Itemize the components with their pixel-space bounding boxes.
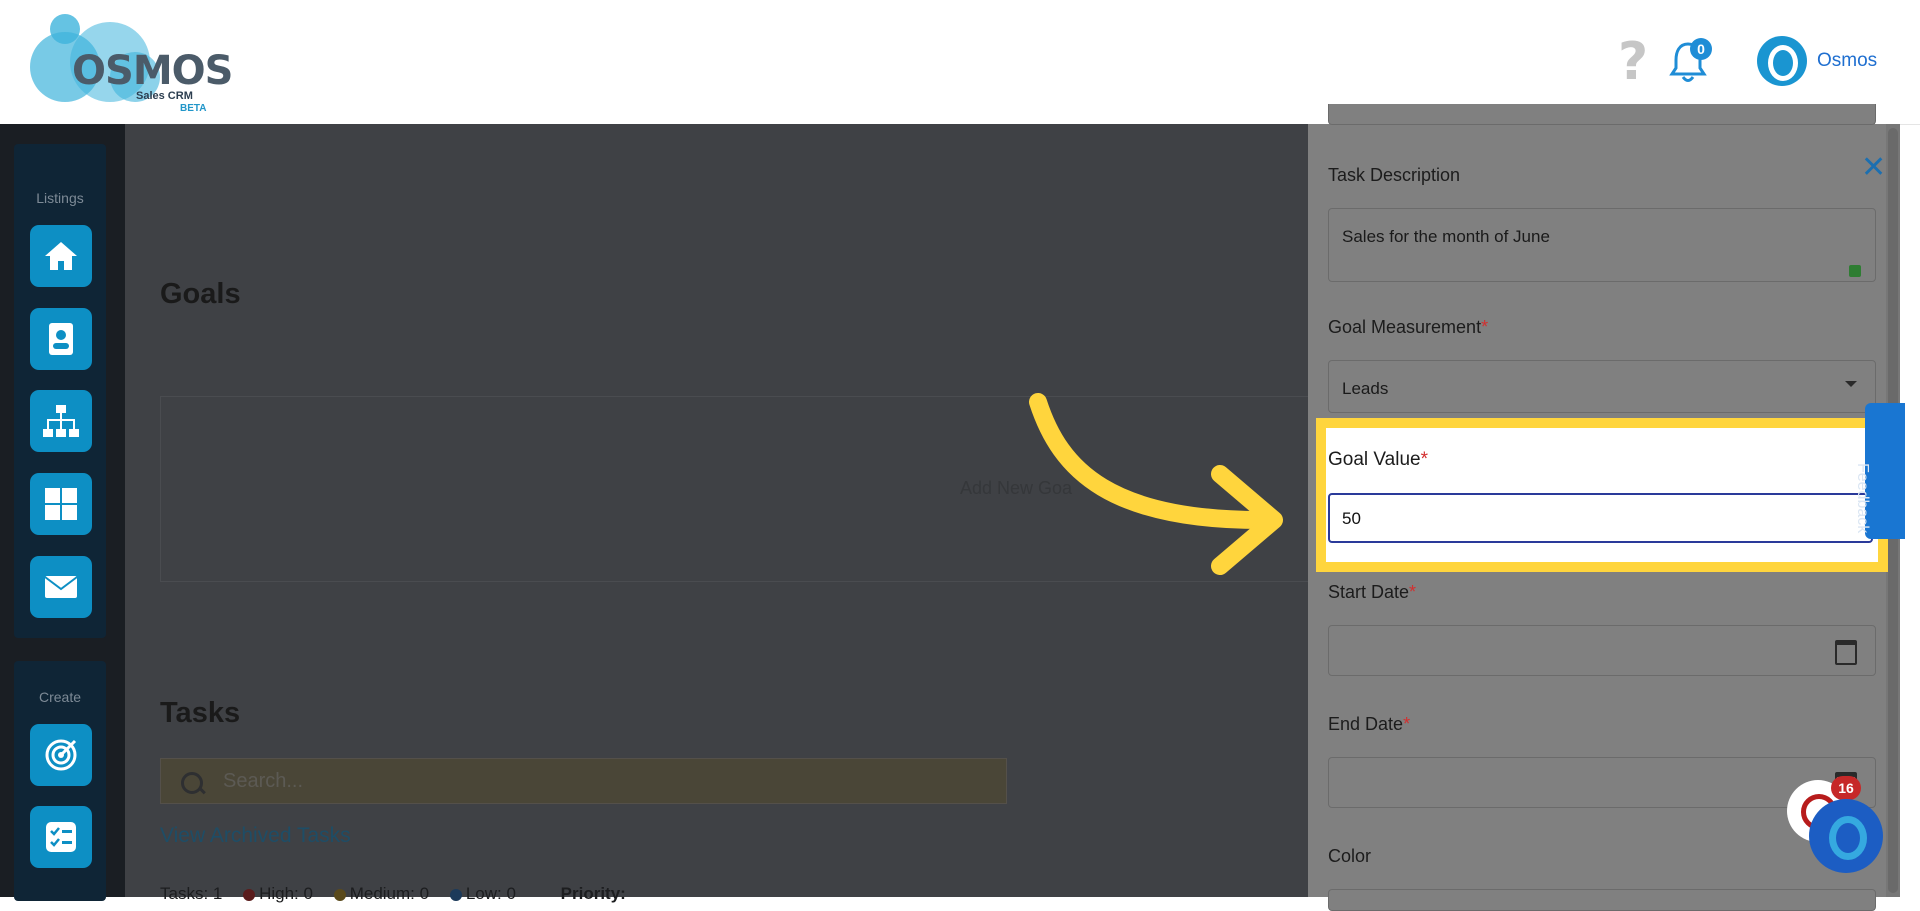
help-icon[interactable]: ?	[1618, 36, 1648, 88]
goals-title: Goals	[160, 278, 241, 310]
mail-icon	[44, 576, 78, 598]
user-name[interactable]: Osmos	[1817, 50, 1877, 72]
low-dot	[449, 888, 462, 901]
calendar-icon[interactable]	[1835, 640, 1857, 665]
sidebar-item-home[interactable]	[30, 225, 92, 287]
high-dot	[243, 888, 256, 901]
sidebar-item-contacts[interactable]	[30, 308, 92, 370]
task-description-value: Sales for the month of June	[1342, 227, 1550, 246]
chat-launcher-button[interactable]	[1809, 799, 1883, 873]
medium-count: Medium: 0	[349, 884, 430, 903]
sidebar-listings-label: Listings	[36, 190, 84, 206]
task-description-label: Task Description	[1328, 165, 1461, 185]
sidebar-item-dashboard[interactable]	[30, 473, 92, 535]
tasks-stats: Tasks: 1 High: 0 Medium: 0 Low: 0 Priori…	[160, 884, 626, 904]
search-icon	[181, 772, 203, 794]
sidebar-listings-card: Listings	[14, 144, 106, 638]
color-field[interactable]	[1328, 889, 1876, 911]
contact-card-icon	[49, 323, 73, 355]
close-icon[interactable]: ✕	[1861, 150, 1886, 185]
sidebar-item-organization[interactable]	[30, 390, 92, 452]
task-description-field[interactable]: Sales for the month of June	[1328, 208, 1876, 282]
priority-label: Priority:	[560, 884, 626, 903]
osmos-logo[interactable]: OSMOS Sales CRM BETA	[30, 12, 233, 114]
resize-grip-icon[interactable]	[1849, 265, 1861, 277]
sidebar-item-create-task[interactable]	[30, 806, 92, 868]
org-chart-icon	[43, 405, 79, 437]
chat-badge: 16	[1831, 776, 1861, 800]
goal-measurement-label: Goal Measurement*	[1328, 317, 1489, 337]
previous-field-box[interactable]	[1328, 104, 1876, 125]
notification-badge: 0	[1690, 38, 1712, 60]
tasks-title: Tasks	[160, 697, 241, 729]
home-icon	[45, 242, 77, 270]
sidebar-create-label: Create	[38, 689, 82, 705]
goal-measurement-value: Leads	[1342, 379, 1389, 398]
feedback-label: Feedback	[1854, 463, 1871, 534]
goal-value-input[interactable]: 50	[1328, 493, 1873, 543]
goal-value-label: Goal Value*	[1328, 449, 1429, 470]
sidebar-create-card: Create	[14, 661, 106, 901]
view-archived-tasks-link[interactable]: View Archived Tasks	[160, 824, 351, 848]
tutorial-arrow-icon	[1029, 393, 1283, 575]
goal-measurement-select[interactable]: Leads	[1328, 360, 1876, 413]
chevron-down-icon	[1845, 381, 1857, 387]
feedback-tab[interactable]: Feedback	[1854, 403, 1905, 539]
tasks-count: Tasks: 1	[160, 884, 223, 903]
logo-beta-badge: BETA	[180, 103, 207, 114]
target-icon	[45, 739, 77, 771]
checklist-icon	[46, 822, 76, 852]
end-date-label: End Date*	[1328, 714, 1411, 734]
medium-dot	[333, 888, 346, 901]
high-count: High: 0	[259, 884, 313, 903]
sidebar-item-create-goal[interactable]	[30, 724, 92, 786]
start-date-field[interactable]	[1328, 625, 1876, 676]
task-search-input[interactable]: Search...	[160, 758, 1007, 804]
grid-icon	[45, 488, 77, 520]
sidebar: Listings Create	[0, 124, 125, 901]
logo-text: OSMOS	[72, 48, 233, 94]
logo-subtitle: Sales CRM	[136, 90, 193, 102]
sidebar-item-mail[interactable]	[30, 556, 92, 618]
goal-value-value: 50	[1342, 509, 1361, 528]
search-placeholder: Search...	[223, 770, 304, 792]
user-avatar[interactable]	[1757, 36, 1807, 86]
start-date-label: Start Date*	[1328, 582, 1417, 602]
low-count: Low: 0	[465, 884, 516, 903]
color-label: Color	[1328, 846, 1372, 866]
